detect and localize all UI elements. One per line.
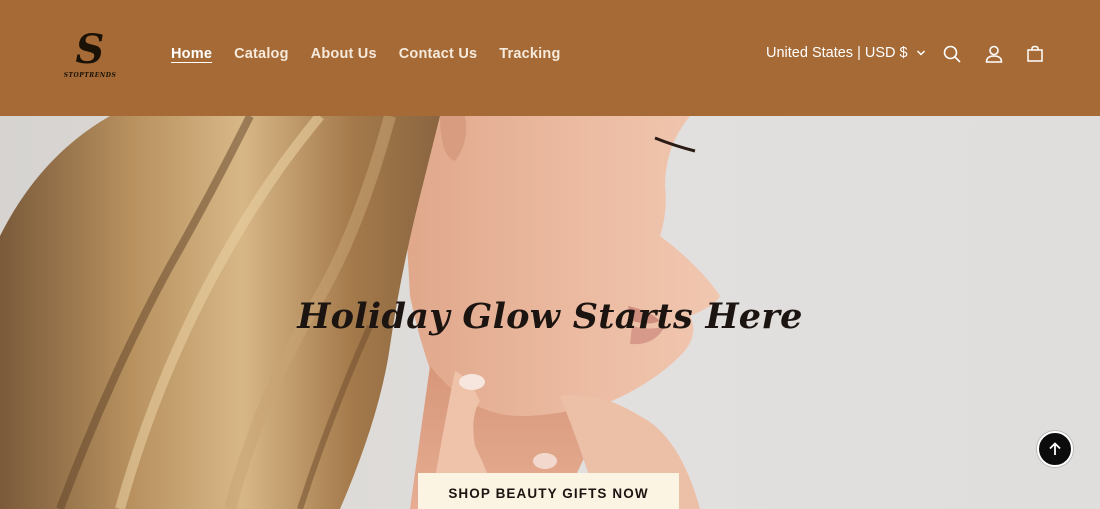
shop-beauty-gifts-button[interactable]: SHOP BEAUTY GIFTS NOW [418,473,679,509]
nav-item-about-us[interactable]: About Us [300,44,388,64]
hero-banner: Holiday Glow Starts Here SHOP BEAUTY GIF… [0,116,1100,509]
main-nav: Home Catalog About Us Contact Us Trackin… [160,44,572,64]
arrow-up-icon [1049,442,1061,455]
account-button[interactable] [982,42,1006,66]
logo-mark: S [75,26,105,73]
nav-item-tracking[interactable]: Tracking [488,44,571,64]
cart-button[interactable] [1023,42,1047,66]
search-icon [943,45,961,63]
locale-label: United States | USD $ [766,45,908,61]
scroll-to-top-button[interactable] [1037,431,1073,467]
account-icon [985,45,1003,63]
nav-item-home[interactable]: Home [160,44,223,64]
nav-item-catalog[interactable]: Catalog [223,44,300,64]
search-button[interactable] [940,42,964,66]
nav-item-contact-us[interactable]: Contact Us [388,44,489,64]
logo-text: STOPTRENDS [63,72,117,79]
brand-logo[interactable]: S STOPTRENDS [60,30,120,84]
chevron-down-icon [916,50,925,56]
hero-title: Holiday Glow Starts Here [297,296,803,337]
locale-selector[interactable]: United States | USD $ [766,45,926,61]
cart-icon [1027,45,1043,62]
site-header: S STOPTRENDS Home Catalog About Us Conta… [0,0,1100,116]
